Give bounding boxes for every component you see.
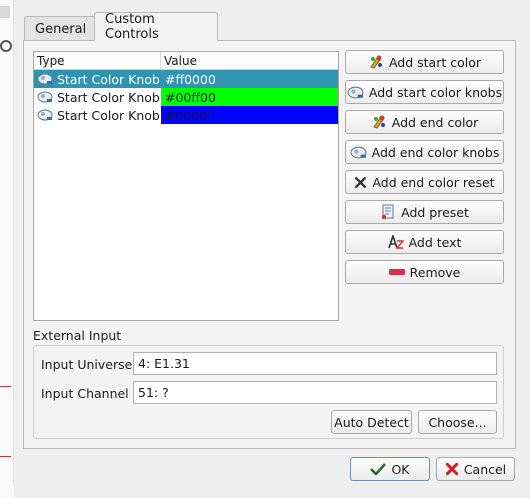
cell-type: Start Color Knob <box>34 88 161 106</box>
checkmark-icon <box>370 463 387 475</box>
cell-type: Start Color Knob <box>34 106 161 124</box>
add-end-color-button[interactable]: Add end color <box>345 110 504 134</box>
cell-value: #00ff00 <box>161 88 338 106</box>
add-preset-button[interactable]: Add preset <box>345 200 504 224</box>
knob-icon <box>37 73 53 85</box>
cancel-x-icon <box>445 462 458 476</box>
tab-general-label: General <box>35 22 87 37</box>
remove-button[interactable]: Remove <box>345 260 504 284</box>
add-start-color-label: Add start color <box>388 54 482 70</box>
table-row[interactable]: Start Color Knob #00ff00 <box>34 88 338 106</box>
background-icon <box>0 6 10 18</box>
input-channel-field[interactable] <box>133 381 497 404</box>
input-universe-label: Input Universe <box>41 357 133 372</box>
add-end-color-reset-label: Add end color reset <box>372 174 495 190</box>
external-input-title: External Input <box>33 328 122 343</box>
table-row[interactable]: Start Color Knob #ff0000 <box>34 70 338 88</box>
add-text-button[interactable]: Add text <box>345 230 504 254</box>
add-end-color-knobs-label: Add end color knobs <box>371 144 500 160</box>
add-preset-label: Add preset <box>401 204 469 220</box>
add-start-color-button[interactable]: Add start color <box>345 50 504 74</box>
remove-label: Remove <box>409 264 461 280</box>
text-icon <box>387 235 404 249</box>
background-divider <box>0 456 11 457</box>
column-header-type[interactable]: Type <box>34 52 161 69</box>
knob-icon <box>347 86 364 98</box>
auto-detect-label: Auto Detect <box>334 414 409 430</box>
table-header: Type Value <box>34 52 338 70</box>
input-channel-label: Input Channel <box>41 386 129 401</box>
add-end-color-knobs-button[interactable]: Add end color knobs <box>345 140 504 164</box>
cell-type: Start Color Knob <box>34 70 161 88</box>
auto-detect-button[interactable]: Auto Detect <box>331 410 412 434</box>
controls-table[interactable]: Type Value Start Color Knob #ff0000 Star… <box>33 51 339 321</box>
palette-icon <box>370 55 382 69</box>
preset-icon <box>381 204 394 220</box>
choose-button[interactable]: Choose... <box>418 410 497 434</box>
add-start-color-knobs-label: Add start color knobs <box>368 84 503 100</box>
cell-type-label: Start Color Knob <box>57 71 160 87</box>
knob-icon <box>37 109 53 121</box>
cancel-button[interactable]: Cancel <box>436 457 515 481</box>
cancel-label: Cancel <box>463 461 507 477</box>
reset-x-icon <box>355 176 367 188</box>
add-end-color-label: Add end color <box>391 114 479 130</box>
ok-label: OK <box>391 461 410 477</box>
column-header-value[interactable]: Value <box>161 52 200 69</box>
input-universe-field[interactable] <box>133 352 497 375</box>
add-end-color-reset-button[interactable]: Add end color reset <box>345 170 504 194</box>
cell-type-label: Start Color Knob <box>57 107 160 123</box>
cell-value: #0000ff <box>161 106 338 124</box>
add-start-color-knobs-button[interactable]: Add start color knobs <box>345 80 504 104</box>
tab-general[interactable]: General <box>24 16 98 42</box>
background-clock-icon <box>0 40 12 52</box>
ok-button[interactable]: OK <box>350 457 430 481</box>
add-text-label: Add text <box>408 234 462 250</box>
background-divider <box>0 386 11 387</box>
table-row[interactable]: Start Color Knob #0000ff <box>34 106 338 124</box>
cell-value: #ff0000 <box>161 70 338 88</box>
tab-custom-controls[interactable]: Custom Controls <box>94 12 218 42</box>
palette-icon <box>373 115 385 129</box>
choose-label: Choose... <box>428 414 487 430</box>
background-app-sidebar <box>0 0 14 498</box>
cell-type-label: Start Color Knob <box>57 89 160 105</box>
knob-icon <box>37 91 53 103</box>
tab-custom-controls-label: Custom Controls <box>105 12 159 42</box>
remove-icon <box>388 269 405 275</box>
knob-icon <box>350 146 367 158</box>
